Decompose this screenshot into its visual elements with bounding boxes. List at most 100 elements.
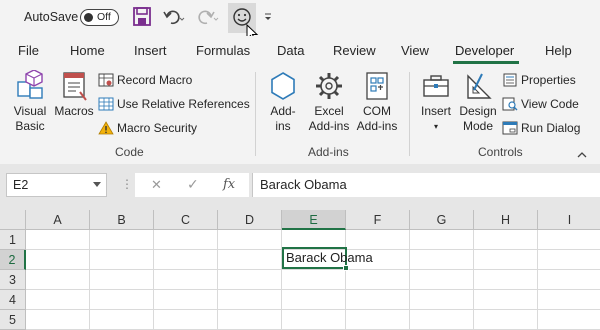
tab-insert[interactable]: Insert bbox=[134, 43, 167, 58]
record-macro-icon bbox=[98, 73, 114, 87]
name-box[interactable]: E2 bbox=[6, 173, 107, 197]
cell-c4[interactable] bbox=[154, 290, 218, 310]
insert-function-icon[interactable]: fx bbox=[223, 177, 235, 192]
cell-i5[interactable] bbox=[538, 310, 600, 330]
tab-help[interactable]: Help bbox=[545, 43, 572, 58]
com-add-ins-button[interactable]: COM Add-ins bbox=[353, 70, 401, 134]
insert-control-label: Insert bbox=[420, 104, 451, 118]
formula-input[interactable]: Barack Obama bbox=[252, 173, 600, 197]
column-header-g[interactable]: G bbox=[410, 210, 474, 230]
autosave-toggle[interactable]: Off bbox=[80, 9, 119, 26]
column-header-c[interactable]: C bbox=[154, 210, 218, 230]
column-header-i[interactable]: I bbox=[538, 210, 600, 230]
com-add-ins-icon bbox=[366, 72, 388, 100]
row-header-1[interactable]: 1 bbox=[0, 230, 26, 250]
row-header-2[interactable]: 2 bbox=[0, 250, 26, 270]
cell-i3[interactable] bbox=[538, 270, 600, 290]
cell-a5[interactable] bbox=[26, 310, 90, 330]
cancel-icon[interactable]: ✕ bbox=[151, 177, 162, 193]
tab-data[interactable]: Data bbox=[277, 43, 304, 58]
column-header-b[interactable]: B bbox=[90, 210, 154, 230]
excel-add-ins-button[interactable]: Excel Add-ins bbox=[305, 70, 353, 134]
cell-d4[interactable] bbox=[218, 290, 282, 310]
cell-d1[interactable] bbox=[218, 230, 282, 250]
column-header-h[interactable]: H bbox=[474, 210, 538, 230]
cell-b1[interactable] bbox=[90, 230, 154, 250]
view-code-label: View Code bbox=[521, 97, 579, 111]
customize-qat-button[interactable] bbox=[264, 12, 272, 24]
cell-c1[interactable] bbox=[154, 230, 218, 250]
row-header-5[interactable]: 5 bbox=[0, 310, 26, 330]
cell-h5[interactable] bbox=[474, 310, 538, 330]
cell-a2[interactable] bbox=[26, 250, 90, 270]
cell-a3[interactable] bbox=[26, 270, 90, 290]
cell-i2[interactable] bbox=[538, 250, 600, 270]
cell-h1[interactable] bbox=[474, 230, 538, 250]
column-header-e[interactable]: E bbox=[282, 210, 346, 230]
cell-g2[interactable] bbox=[410, 250, 474, 270]
tab-developer[interactable]: Developer bbox=[455, 43, 514, 58]
cell-d2[interactable] bbox=[218, 250, 282, 270]
chevron-up-icon bbox=[577, 152, 587, 158]
tab-file[interactable]: File bbox=[18, 43, 39, 58]
worksheet-grid: ABCDEFGHI 12345 Barack Obama bbox=[0, 202, 600, 330]
relative-references-icon bbox=[98, 97, 114, 111]
cell-c5[interactable] bbox=[154, 310, 218, 330]
select-all-button[interactable] bbox=[0, 210, 26, 230]
tab-formulas[interactable]: Formulas bbox=[196, 43, 250, 58]
cell-f4[interactable] bbox=[346, 290, 410, 310]
tab-review[interactable]: Review bbox=[333, 43, 376, 58]
cell-a4[interactable] bbox=[26, 290, 90, 310]
visual-basic-button[interactable]: Visual Basic bbox=[8, 70, 52, 134]
cell-h4[interactable] bbox=[474, 290, 538, 310]
column-header-d[interactable]: D bbox=[218, 210, 282, 230]
cell-c3[interactable] bbox=[154, 270, 218, 290]
design-mode-button[interactable]: Design Mode bbox=[457, 70, 499, 134]
excel-add-ins-label-2: Add-ins bbox=[308, 119, 350, 133]
formula-bar-resize-handle[interactable]: ⋮ bbox=[121, 177, 133, 191]
cell-c2[interactable] bbox=[154, 250, 218, 270]
cell-i1[interactable] bbox=[538, 230, 600, 250]
row-header-3[interactable]: 3 bbox=[0, 270, 26, 290]
cell-b2[interactable] bbox=[90, 250, 154, 270]
cell-e5[interactable] bbox=[282, 310, 346, 330]
cell-i4[interactable] bbox=[538, 290, 600, 310]
controls-group-label: Controls bbox=[478, 145, 523, 159]
column-header-a[interactable]: A bbox=[26, 210, 90, 230]
cell-f1[interactable] bbox=[346, 230, 410, 250]
tab-home[interactable]: Home bbox=[70, 43, 105, 58]
tab-view[interactable]: View bbox=[401, 43, 429, 58]
cell-e2[interactable]: Barack Obama bbox=[286, 250, 373, 265]
fill-handle[interactable] bbox=[343, 265, 349, 271]
undo-button[interactable] bbox=[162, 6, 186, 30]
redo-button[interactable] bbox=[196, 6, 220, 30]
cell-e3[interactable] bbox=[282, 270, 346, 290]
collapse-ribbon-button[interactable] bbox=[577, 148, 587, 162]
row-header-4[interactable]: 4 bbox=[0, 290, 26, 310]
cell-b3[interactable] bbox=[90, 270, 154, 290]
cell-g1[interactable] bbox=[410, 230, 474, 250]
cell-h2[interactable] bbox=[474, 250, 538, 270]
cell-e4[interactable] bbox=[282, 290, 346, 310]
cell-f5[interactable] bbox=[346, 310, 410, 330]
cell-d3[interactable] bbox=[218, 270, 282, 290]
toolbox-icon bbox=[423, 75, 449, 97]
cell-b4[interactable] bbox=[90, 290, 154, 310]
cell-d5[interactable] bbox=[218, 310, 282, 330]
enter-icon[interactable]: ✓ bbox=[187, 176, 199, 193]
cell-b5[interactable] bbox=[90, 310, 154, 330]
cell-g5[interactable] bbox=[410, 310, 474, 330]
insert-control-button[interactable]: Insert ▾ bbox=[416, 70, 456, 134]
visual-basic-label-2: Basic bbox=[15, 119, 45, 133]
cell-h3[interactable] bbox=[474, 270, 538, 290]
cell-g4[interactable] bbox=[410, 290, 474, 310]
save-button[interactable] bbox=[132, 6, 152, 30]
cell-f3[interactable] bbox=[346, 270, 410, 290]
add-ins-button[interactable]: Add- ins bbox=[262, 70, 304, 134]
cell-g3[interactable] bbox=[410, 270, 474, 290]
column-header-f[interactable]: F bbox=[346, 210, 410, 230]
macros-icon bbox=[63, 72, 87, 101]
cell-a1[interactable] bbox=[26, 230, 90, 250]
macro-security-label: Macro Security bbox=[117, 121, 198, 135]
macros-button[interactable]: Macros bbox=[52, 70, 96, 119]
